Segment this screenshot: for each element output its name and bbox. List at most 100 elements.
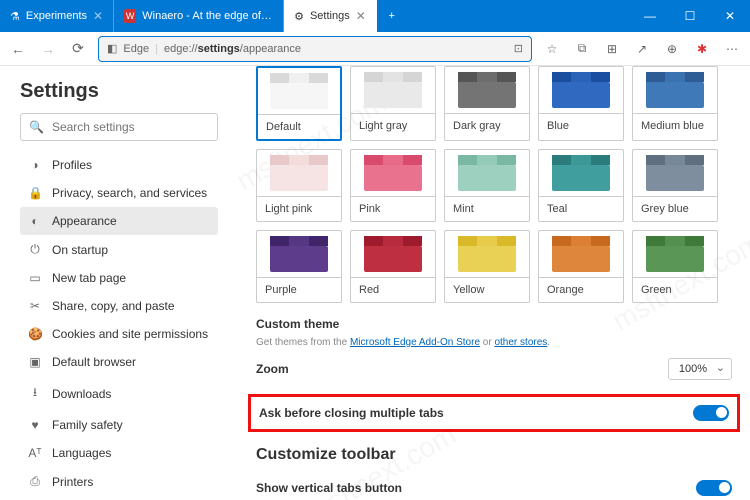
nav-icon: ⎙ bbox=[28, 474, 42, 489]
theme-label: Default bbox=[258, 114, 340, 139]
search-icon: 🔍 bbox=[29, 120, 44, 134]
tab-experiments[interactable]: ⚗Experiments✕ bbox=[0, 0, 114, 32]
sidebar-item-label: Default browser bbox=[52, 355, 136, 369]
theme-label: Light gray bbox=[351, 113, 435, 138]
nav-icon: ✂ bbox=[28, 299, 42, 313]
nav-icon: ◑ bbox=[28, 158, 42, 172]
nav-icon: ▣ bbox=[28, 355, 42, 369]
theme-green[interactable]: Green bbox=[632, 230, 718, 303]
vertical-tabs-row: Show vertical tabs button bbox=[256, 470, 732, 500]
theme-orange[interactable]: Orange bbox=[538, 230, 624, 303]
minimize-button[interactable]: — bbox=[630, 0, 670, 32]
close-icon[interactable]: ✕ bbox=[93, 9, 103, 23]
sidebar-item-new-tab-page[interactable]: ▭ New tab page bbox=[20, 264, 218, 292]
ask-before-closing-label: Ask before closing multiple tabs bbox=[259, 406, 444, 420]
sidebar-item-label: Cookies and site permissions bbox=[52, 327, 208, 341]
sidebar-item-label: New tab page bbox=[52, 271, 126, 285]
sidebar-item-privacy-search-and-services[interactable]: 🔒Privacy, search, and services bbox=[20, 179, 218, 207]
zoom-select[interactable]: 100% bbox=[668, 358, 732, 380]
sidebar-item-label: Family safety bbox=[52, 418, 123, 432]
close-window-button[interactable]: ✕ bbox=[710, 0, 750, 32]
sidebar-item-on-startup[interactable]: ⏻On startup bbox=[20, 235, 218, 264]
sidebar-item-appearance[interactable]: ◐Appearance bbox=[20, 207, 218, 235]
sidebar-item-family-safety[interactable]: ♥Family safety bbox=[20, 411, 218, 439]
gear-icon: ⚙ bbox=[294, 10, 304, 23]
search-settings[interactable]: 🔍 bbox=[20, 113, 218, 141]
sidebar-item-profiles[interactable]: ◑ Profiles bbox=[20, 151, 218, 179]
share-icon[interactable]: ↗ bbox=[632, 42, 652, 56]
sidebar-item-printers[interactable]: ⎙Printers bbox=[20, 467, 218, 496]
back-button[interactable]: ← bbox=[8, 41, 28, 57]
theme-dark-gray[interactable]: Dark gray bbox=[444, 66, 530, 141]
extension-badge-icon[interactable]: ✱ bbox=[692, 42, 712, 56]
highlighted-setting: Ask before closing multiple tabs bbox=[248, 394, 740, 432]
sidebar-item-languages[interactable]: AᵀLanguages bbox=[20, 439, 218, 467]
vertical-tabs-label: Show vertical tabs button bbox=[256, 481, 402, 495]
theme-light-gray[interactable]: Light gray bbox=[350, 66, 436, 141]
theme-blue[interactable]: Blue bbox=[538, 66, 624, 141]
theme-grey-blue[interactable]: Grey blue bbox=[632, 149, 718, 222]
sidebar-item-downloads[interactable]: ⭳ Downloads bbox=[20, 376, 218, 411]
reader-icon[interactable]: ⊡ bbox=[514, 42, 523, 55]
page-title: Settings bbox=[20, 80, 218, 103]
theme-red[interactable]: Red bbox=[350, 230, 436, 303]
theme-label: Blue bbox=[539, 113, 623, 138]
extensions-icon[interactable]: ⊕ bbox=[662, 42, 682, 56]
sidebar-item-system[interactable]: ☐System bbox=[20, 496, 218, 500]
new-tab-button[interactable]: + bbox=[377, 0, 407, 32]
nav-icon: ⭳ bbox=[28, 383, 42, 404]
favorites-icon[interactable]: ☆ bbox=[542, 42, 562, 56]
theme-label: Green bbox=[633, 277, 717, 302]
nav-icon: ⏻ bbox=[28, 242, 42, 257]
theme-label: Red bbox=[351, 277, 435, 302]
theme-mint[interactable]: Mint bbox=[444, 149, 530, 222]
vertical-tabs-toggle[interactable] bbox=[696, 480, 732, 496]
theme-default[interactable]: Default bbox=[256, 66, 342, 141]
theme-pink[interactable]: Pink bbox=[350, 149, 436, 222]
zoom-row: Zoom 100% bbox=[256, 348, 732, 390]
screenshot-icon[interactable]: ⊞ bbox=[602, 42, 622, 56]
sidebar-item-label: Profiles bbox=[52, 158, 92, 172]
theme-teal[interactable]: Teal bbox=[538, 149, 624, 222]
theme-label: Light pink bbox=[257, 196, 341, 221]
theme-medium-blue[interactable]: Medium blue bbox=[632, 66, 718, 141]
settings-sidebar: Settings 🔍 ◑ Profiles 🔒Privacy, search, an… bbox=[0, 66, 238, 500]
flask-icon: ⚗ bbox=[10, 10, 20, 23]
custom-theme-heading: Custom theme bbox=[256, 317, 732, 331]
theme-label: Purple bbox=[257, 277, 341, 302]
collections-icon[interactable]: ⧉ bbox=[572, 41, 592, 56]
sidebar-item-label: Share, copy, and paste bbox=[52, 299, 175, 313]
tab-winaero[interactable]: WWinaero - At the edge of tweak bbox=[114, 0, 284, 32]
nav-icon: ▭ bbox=[28, 271, 42, 285]
theme-label: Dark gray bbox=[445, 113, 529, 138]
custom-theme-hint: Get themes from the Microsoft Edge Add-O… bbox=[256, 337, 732, 348]
sidebar-item-share-copy-and-paste[interactable]: ✂ Share, copy, and paste bbox=[20, 292, 218, 320]
edge-icon: ◧ bbox=[107, 42, 117, 55]
tab-settings[interactable]: ⚙Settings✕ bbox=[284, 0, 377, 32]
theme-yellow[interactable]: Yellow bbox=[444, 230, 530, 303]
sidebar-item-cookies-and-site-permissions[interactable]: 🍪Cookies and site permissions bbox=[20, 320, 218, 348]
refresh-button[interactable]: ⟳ bbox=[68, 40, 88, 57]
nav-icon: ◐ bbox=[28, 214, 42, 228]
theme-label: Mint bbox=[445, 196, 529, 221]
sidebar-item-label: Downloads bbox=[52, 387, 111, 401]
search-input[interactable] bbox=[52, 120, 209, 134]
sidebar-item-default-browser[interactable]: ▣ Default browser bbox=[20, 348, 218, 376]
nav-icon: 🔒 bbox=[28, 186, 42, 200]
maximize-button[interactable]: ☐ bbox=[670, 0, 710, 32]
settings-main: msftnext.com msftnext.com msftnext.com D… bbox=[238, 66, 750, 500]
theme-light-pink[interactable]: Light pink bbox=[256, 149, 342, 222]
other-stores-link[interactable]: other stores bbox=[494, 337, 547, 348]
address-bar[interactable]: ◧ Edge| edge://settings/appearance ⊡ bbox=[98, 36, 532, 62]
addon-store-link[interactable]: Microsoft Edge Add-On Store bbox=[350, 337, 480, 348]
theme-label: Yellow bbox=[445, 277, 529, 302]
theme-label: Pink bbox=[351, 196, 435, 221]
theme-purple[interactable]: Purple bbox=[256, 230, 342, 303]
browser-tab-strip: ⚗Experiments✕ WWinaero - At the edge of … bbox=[0, 0, 750, 32]
ask-before-closing-toggle[interactable] bbox=[693, 405, 729, 421]
zoom-label: Zoom bbox=[256, 362, 289, 376]
close-icon[interactable]: ✕ bbox=[356, 9, 366, 23]
theme-label: Grey blue bbox=[633, 196, 717, 221]
theme-label: Medium blue bbox=[633, 113, 717, 138]
menu-button[interactable]: ⋯ bbox=[722, 42, 742, 56]
